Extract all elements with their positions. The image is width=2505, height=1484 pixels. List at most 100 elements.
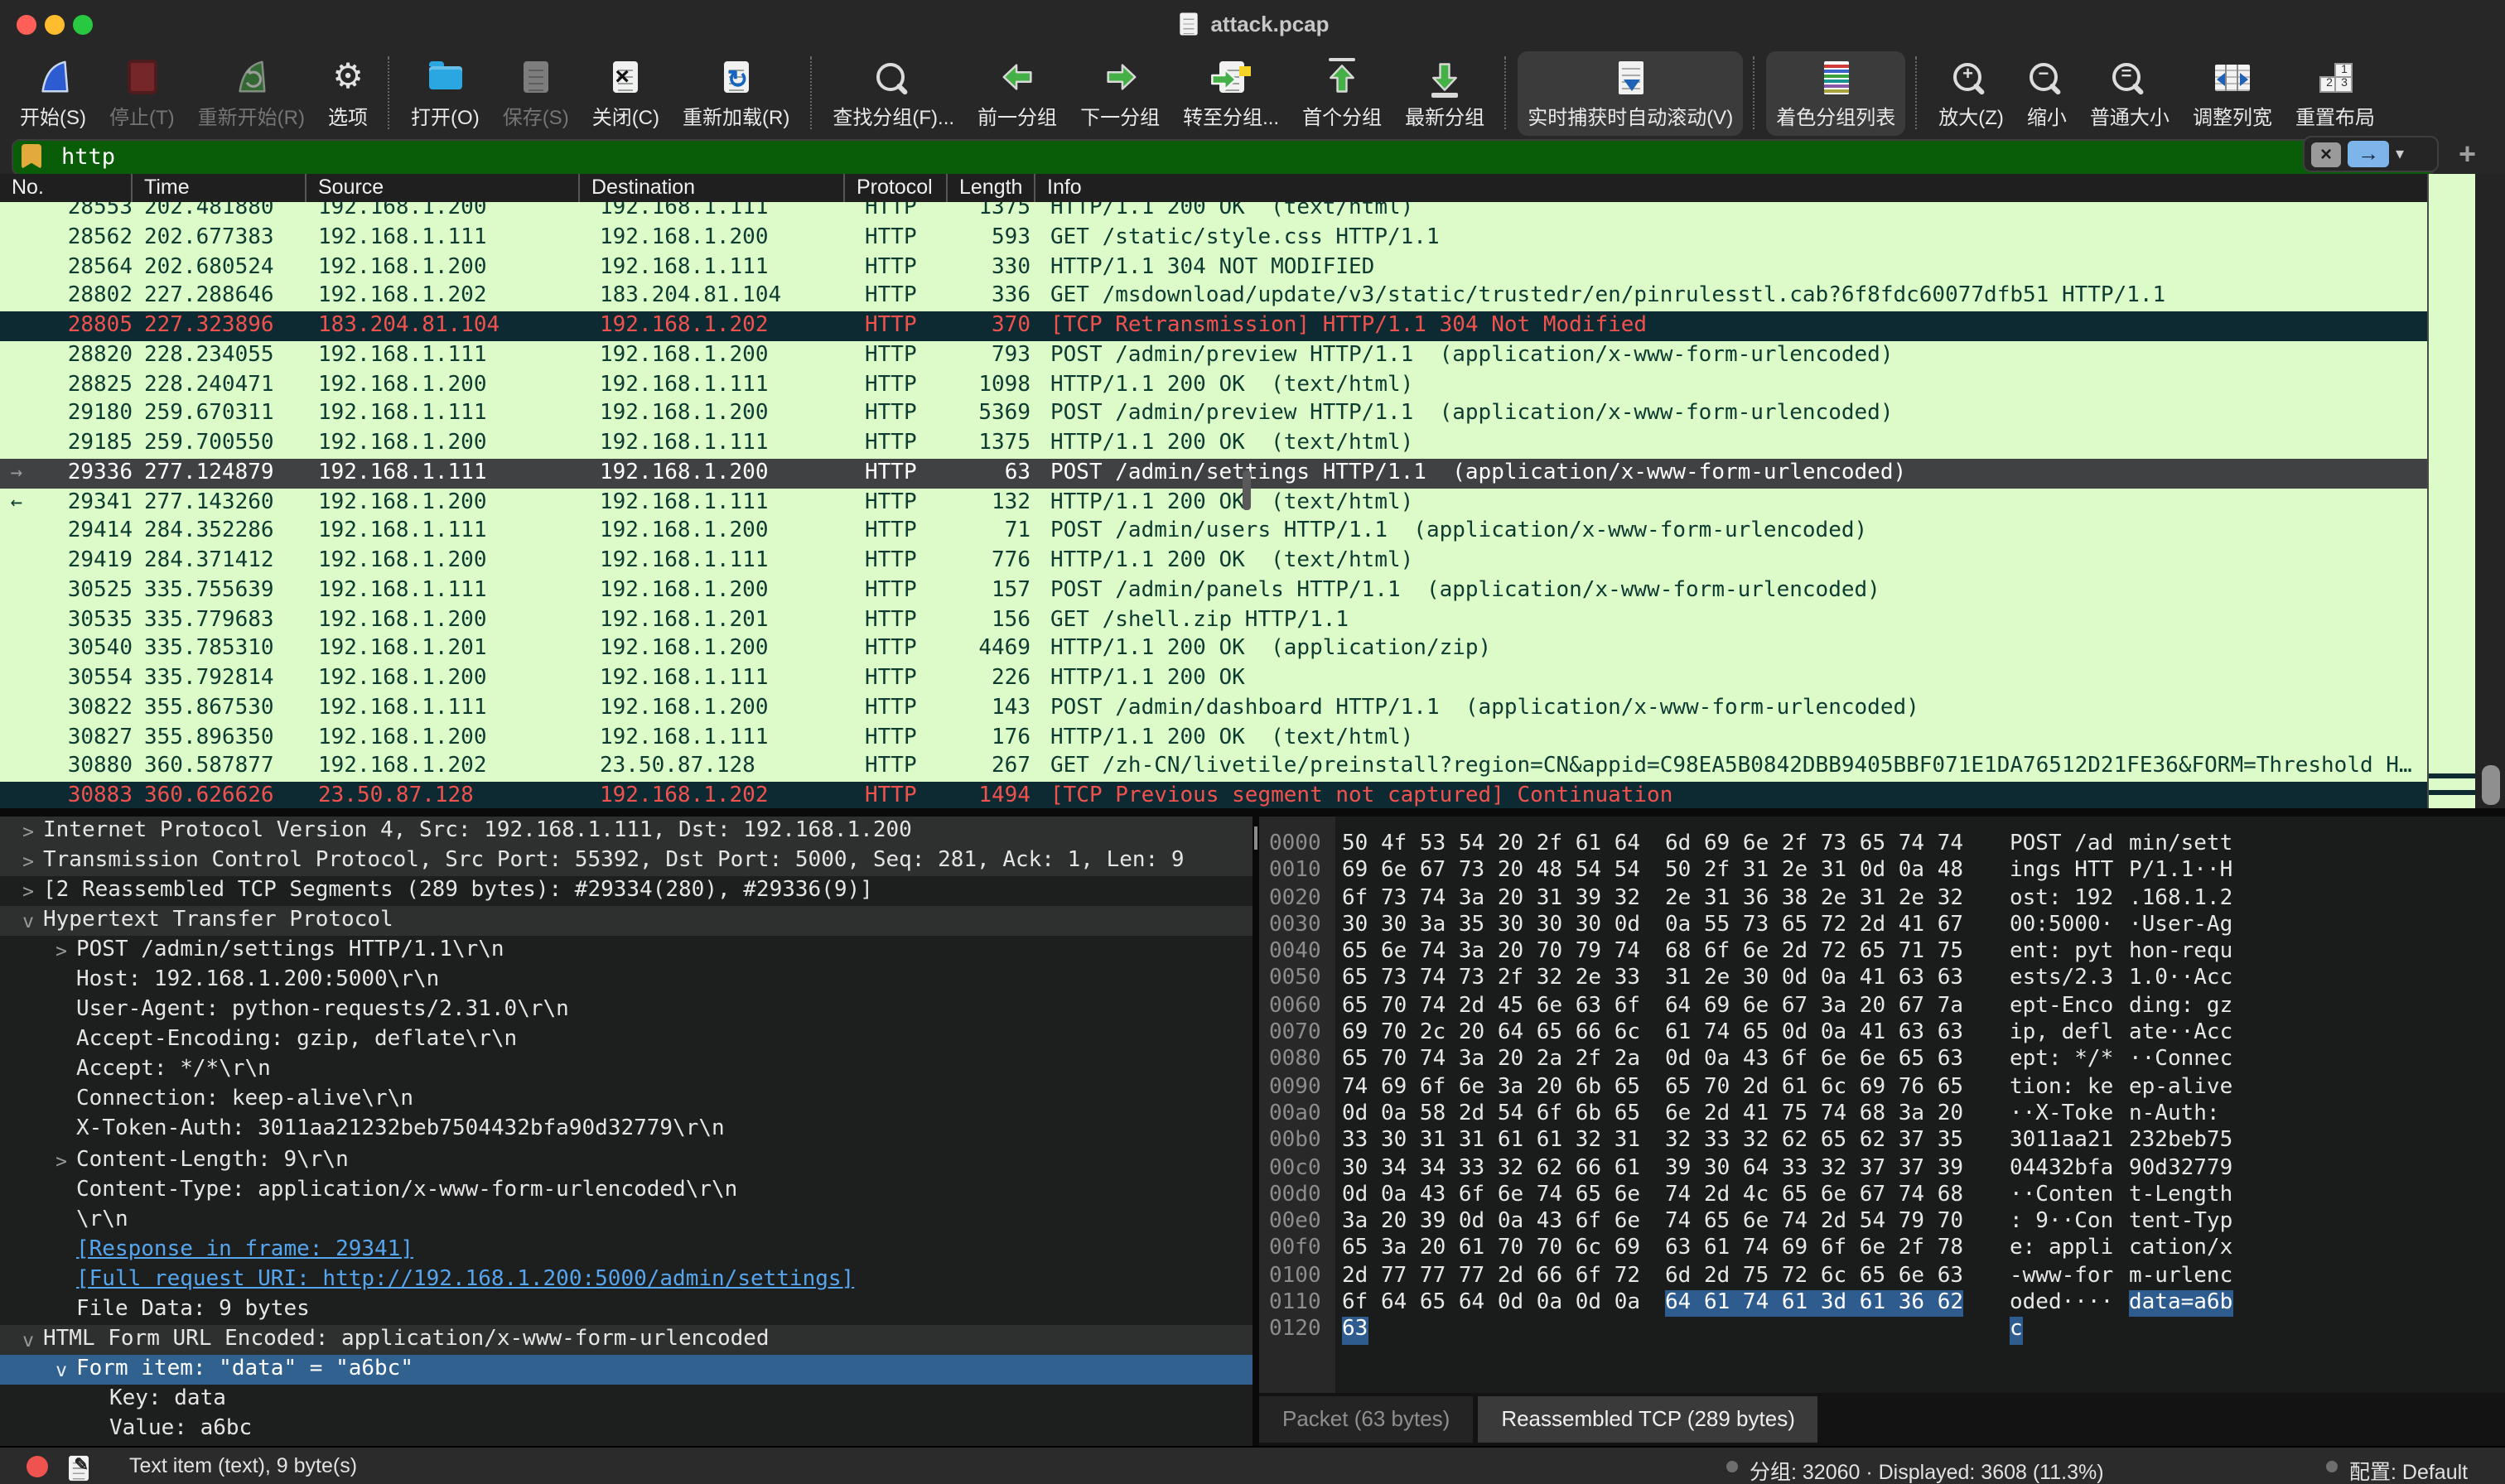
- hex-ascii-group1[interactable]: 00:5000·: [2010, 913, 2113, 940]
- hex-bytes-group2[interactable]: 65 70 2d 61 6c 69 76 65: [1665, 1074, 1963, 1101]
- toolbar-button-zoom-normal[interactable]: =普通大小: [2080, 51, 2179, 135]
- toolbar-button-first-packet[interactable]: 首个分组: [1292, 51, 1392, 135]
- detail-row[interactable]: >Content-Length: 9\r\n: [0, 1145, 1252, 1175]
- horizontal-splitter[interactable]: [0, 808, 2505, 817]
- hex-ascii-group1[interactable]: ings HTT: [2010, 859, 2113, 886]
- detail-row[interactable]: >POST /admin/settings HTTP/1.1\r\n: [0, 936, 1252, 966]
- detail-row[interactable]: \r\n: [0, 1205, 1252, 1235]
- packet-list-scrollbar[interactable]: [2475, 174, 2505, 808]
- packet-row[interactable]: 28802227.288646192.168.1.202183.204.81.1…: [0, 282, 2427, 312]
- hex-row[interactable]: 003030 30 3a 35 30 30 30 0d0a 55 73 65 7…: [1259, 913, 2505, 940]
- detail-row-text[interactable]: [Response in frame: 29341]: [76, 1235, 413, 1265]
- hex-bytes-group2[interactable]: 63 61 74 69 6f 6e 2f 78: [1665, 1236, 1963, 1264]
- hex-bytes-group2[interactable]: 39 30 64 33 32 37 37 39: [1665, 1155, 1963, 1183]
- packet-row[interactable]: 28564202.680524192.168.1.200192.168.1.11…: [0, 253, 2427, 282]
- hex-row[interactable]: 00b033 30 31 31 61 61 32 3132 33 32 62 6…: [1259, 1129, 2505, 1156]
- scrollbar-thumb[interactable]: [2481, 765, 2499, 805]
- hex-ascii-group1[interactable]: tion: ke: [2010, 1074, 2113, 1101]
- expand-icon[interactable]: >: [46, 936, 76, 966]
- hex-ascii-group1[interactable]: ests/2.3: [2010, 966, 2113, 994]
- packet-row[interactable]: 30540335.785310192.168.1.201192.168.1.20…: [0, 635, 2427, 665]
- splitter-handle[interactable]: [1254, 826, 1257, 850]
- detail-row[interactable]: Connection: keep-alive\r\n: [0, 1086, 1252, 1115]
- packet-row[interactable]: 30880360.587877192.168.1.20223.50.87.128…: [0, 753, 2427, 783]
- hex-row[interactable]: 008065 70 74 3a 20 2a 2f 2a0d 0a 43 6f 6…: [1259, 1048, 2505, 1075]
- toolbar-button-reload-file[interactable]: ↻重新加载(R): [673, 51, 799, 135]
- hex-row[interactable]: 00d00d 0a 43 6f 6e 74 65 6e74 2d 4c 65 6…: [1259, 1183, 2505, 1210]
- hex-bytes-group2[interactable]: 6d 2d 75 72 6c 65 6e 63: [1665, 1264, 1963, 1291]
- hex-ascii-group1[interactable]: -www-for: [2010, 1264, 2113, 1291]
- hex-row[interactable]: 004065 6e 74 3a 20 70 79 7468 6f 6e 2d 7…: [1259, 939, 2505, 966]
- hex-row[interactable]: 005065 73 74 73 2f 32 2e 3331 2e 30 0d 0…: [1259, 966, 2505, 994]
- detail-row[interactable]: >[2 Reassembled TCP Segments (289 bytes)…: [0, 876, 1252, 906]
- hex-row[interactable]: 009074 69 6f 6e 3a 20 6b 6565 70 2d 61 6…: [1259, 1074, 2505, 1101]
- hex-ascii-group2[interactable]: 232beb75: [2129, 1129, 2232, 1156]
- detail-row[interactable]: Key: data: [0, 1385, 1252, 1414]
- hex-ascii-group2[interactable]: ep-alive: [2129, 1074, 2232, 1101]
- filter-add-button[interactable]: +: [2459, 137, 2476, 172]
- packet-row[interactable]: 28553202.481880192.168.1.200192.168.1.11…: [0, 202, 2427, 224]
- packet-row[interactable]: 28825228.240471192.168.1.200192.168.1.11…: [0, 370, 2427, 400]
- packet-row[interactable]: →29336277.124879192.168.1.111192.168.1.2…: [0, 459, 2427, 489]
- packet-row[interactable]: 30535335.779683192.168.1.200192.168.1.20…: [0, 605, 2427, 635]
- detail-row[interactable]: Host: 192.168.1.200:5000\r\n: [0, 966, 1252, 995]
- hex-bytes-group1[interactable]: 69 6e 67 73 20 48 54 54: [1342, 859, 1640, 886]
- packet-row[interactable]: 30554335.792814192.168.1.200192.168.1.11…: [0, 664, 2427, 694]
- detail-row[interactable]: File Data: 9 bytes: [0, 1295, 1252, 1325]
- toolbar-button-auto-scroll[interactable]: 实时捕获时自动滚动(V): [1518, 51, 1743, 135]
- toolbar-button-find-packet[interactable]: 查找分组(F)...: [823, 51, 964, 135]
- packet-row[interactable]: 28805227.323896183.204.81.104192.168.1.2…: [0, 311, 2427, 341]
- detail-row[interactable]: [Full request URI: http://192.168.1.200:…: [0, 1265, 1252, 1294]
- collapse-icon[interactable]: v: [46, 1355, 76, 1385]
- hex-ascii-group1[interactable]: ent: pyt: [2010, 939, 2113, 966]
- hex-bytes-group1[interactable]: 2d 77 77 77 2d 66 6f 72: [1342, 1264, 1640, 1291]
- hex-ascii-group2[interactable]: ·User-Ag: [2129, 913, 2232, 940]
- toolbar-button-open-file[interactable]: 打开(O): [401, 51, 490, 135]
- hex-row[interactable]: 006065 70 74 2d 45 6e 63 6f64 69 6e 67 3…: [1259, 994, 2505, 1021]
- collapse-icon[interactable]: v: [13, 1325, 43, 1355]
- toolbar-button-resize-columns[interactable]: 调整列宽: [2183, 51, 2282, 135]
- hex-ascii-group2[interactable]: .168.1.2: [2129, 885, 2232, 913]
- hex-ascii-group2[interactable]: min/sett: [2129, 831, 2232, 859]
- packet-row[interactable]: 29419284.371412192.168.1.200192.168.1.11…: [0, 547, 2427, 576]
- hex-row[interactable]: 00c030 34 34 33 32 62 66 6139 30 64 33 3…: [1259, 1155, 2505, 1183]
- detail-row[interactable]: User-Agent: python-requests/2.31.0\r\n: [0, 996, 1252, 1026]
- filter-clear-button[interactable]: ×: [2311, 142, 2341, 166]
- hex-row[interactable]: 00a00d 0a 58 2d 54 6f 6b 656e 2d 41 75 7…: [1259, 1101, 2505, 1129]
- hex-bytes-group2[interactable]: 50 2f 31 2e 31 0d 0a 48: [1665, 859, 1963, 886]
- column-header-protocol[interactable]: Protocol: [845, 174, 948, 202]
- hex-ascii-group1[interactable]: ept: */*: [2010, 1048, 2113, 1075]
- bytes-tab-active[interactable]: Reassembled TCP (289 bytes): [1478, 1396, 1818, 1443]
- hex-bytes-group2[interactable]: 64 61 74 61 3d 61 36 62: [1665, 1290, 1963, 1318]
- detail-row[interactable]: vHTML Form URL Encoded: application/x-ww…: [0, 1325, 1252, 1355]
- hex-bytes-group2[interactable]: 0a 55 73 65 72 2d 41 67: [1665, 913, 1963, 940]
- hex-ascii-group1[interactable]: POST /ad: [2010, 831, 2113, 859]
- hex-row[interactable]: 00e03a 20 39 0d 0a 43 6f 6e74 65 6e 74 2…: [1259, 1209, 2505, 1236]
- packet-row[interactable]: 30822355.867530192.168.1.111192.168.1.20…: [0, 694, 2427, 724]
- vertical-splitter[interactable]: [1252, 817, 1259, 1446]
- hex-ascii-group1[interactable]: ept-Enco: [2010, 994, 2113, 1021]
- detail-row-text[interactable]: [Full request URI: http://192.168.1.200:…: [76, 1265, 854, 1294]
- detail-row[interactable]: Content-Type: application/x-www-form-url…: [0, 1175, 1252, 1205]
- filter-bookmark-icon[interactable]: [22, 144, 41, 169]
- hex-bytes-group1[interactable]: 65 6e 74 3a 20 70 79 74: [1342, 939, 1640, 966]
- hex-row[interactable]: 001069 6e 67 73 20 48 54 5450 2f 31 2e 3…: [1259, 859, 2505, 886]
- hex-ascii-group1[interactable]: 3011aa21: [2010, 1129, 2113, 1156]
- column-header-time[interactable]: Time: [133, 174, 306, 202]
- toolbar-button-next-packet[interactable]: 下一分组: [1070, 51, 1170, 135]
- packet-row[interactable]: 29185259.700550192.168.1.200192.168.1.11…: [0, 429, 2427, 459]
- hex-row[interactable]: 007069 70 2c 20 64 65 66 6c61 74 65 0d 0…: [1259, 1020, 2505, 1048]
- hex-ascii-group2[interactable]: 1.0··Acc: [2129, 966, 2232, 994]
- toolbar-button-stop-capture[interactable]: 停止(T): [99, 51, 185, 135]
- hex-bytes-group2[interactable]: 64 69 6e 67 3a 20 67 7a: [1665, 994, 1963, 1021]
- hex-bytes-group1[interactable]: 30 30 3a 35 30 30 30 0d: [1342, 913, 1640, 940]
- toolbar-button-zoom-in[interactable]: +放大(Z): [1928, 51, 2014, 135]
- hex-bytes-group1[interactable]: 65 70 74 2d 45 6e 63 6f: [1342, 994, 1640, 1021]
- toolbar-button-restart-capture[interactable]: 重新开始(R): [188, 51, 315, 135]
- hex-ascii-group1[interactable]: e: appli: [2010, 1236, 2113, 1264]
- hex-ascii-group2[interactable]: ding: gz: [2129, 994, 2232, 1021]
- hex-ascii-group1[interactable]: ··Conten: [2010, 1183, 2113, 1210]
- column-header-info[interactable]: Info: [1035, 174, 2427, 202]
- hex-bytes-group2[interactable]: 61 74 65 0d 0a 41 63 63: [1665, 1020, 1963, 1048]
- hex-ascii-group1[interactable]: ost: 192: [2010, 885, 2113, 913]
